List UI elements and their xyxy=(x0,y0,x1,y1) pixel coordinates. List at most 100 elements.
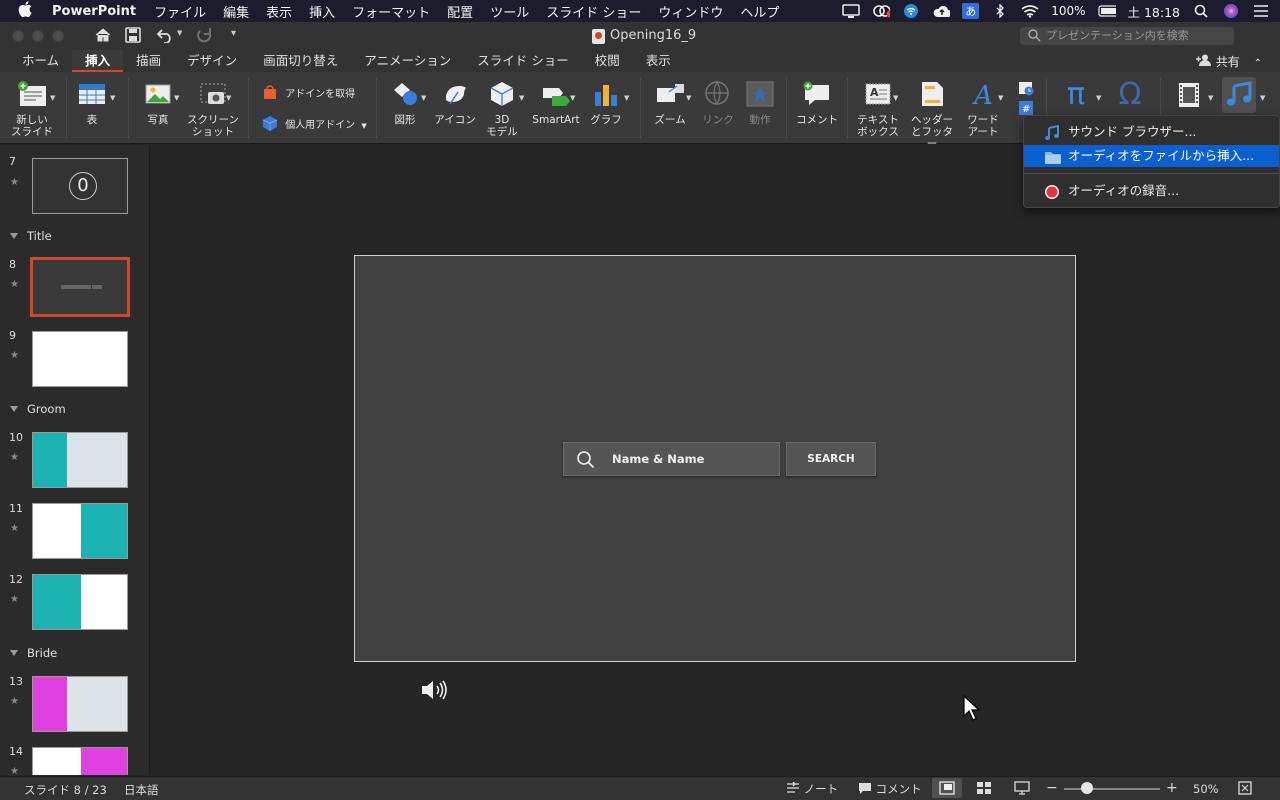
table-button[interactable]: 表 xyxy=(76,80,108,126)
date-time-icon[interactable] xyxy=(1018,80,1034,100)
bluetooth-icon[interactable] xyxy=(991,4,1009,18)
menu-insert[interactable]: 挿入 xyxy=(309,2,335,21)
audio-speaker-icon[interactable] xyxy=(420,678,452,706)
wordart-button[interactable]: A ワード アート xyxy=(962,80,1004,138)
slide-thumbnail-10[interactable] xyxy=(32,432,128,488)
menu-item-record-audio[interactable]: オーディオの録音... xyxy=(1024,180,1279,202)
slide-canvas[interactable]: Name & Name SEARCH xyxy=(354,255,1076,662)
action-button[interactable]: 動作 xyxy=(742,80,778,126)
cloud-upload-icon[interactable] xyxy=(932,4,951,18)
section-title[interactable]: Title xyxy=(10,229,52,243)
new-slide-button[interactable]: 新しい スライド xyxy=(10,80,54,138)
spotlight-search-icon[interactable] xyxy=(1192,4,1210,18)
slide-thumbnail-12[interactable] xyxy=(32,574,128,630)
menu-item-audio-from-file[interactable]: オーディオをファイルから挿入... xyxy=(1024,145,1279,167)
menu-view[interactable]: 表示 xyxy=(266,2,292,21)
screenshot-dropdown-icon[interactable]: ▼ xyxy=(226,94,231,102)
textbox-button[interactable]: A テキスト ボックス xyxy=(856,80,900,138)
menu-item-sound-browser[interactable]: サウンド ブラウザー... xyxy=(1024,121,1279,143)
tab-insert[interactable]: 挿入 xyxy=(72,50,124,72)
comment-button[interactable]: コメント xyxy=(796,80,838,126)
save-icon[interactable] xyxy=(125,27,141,47)
tab-slideshow[interactable]: スライド ショー xyxy=(464,50,581,72)
slide-search-button[interactable]: SEARCH xyxy=(786,442,876,476)
presentation-search-input[interactable]: プレゼンテーション内を検索 xyxy=(1020,27,1234,45)
creative-cloud-icon[interactable] xyxy=(872,4,891,18)
tab-design[interactable]: デザイン xyxy=(174,50,250,72)
zoom-button[interactable]: ズーム xyxy=(652,80,688,126)
zoom-in-button[interactable]: + xyxy=(1166,780,1178,796)
fit-to-window-button[interactable] xyxy=(1238,781,1252,798)
menu-window[interactable]: ウィンドウ xyxy=(658,2,723,21)
siri-icon[interactable] xyxy=(1222,4,1240,18)
screenshot-button[interactable]: スクリーン ショット xyxy=(186,80,240,138)
slide-thumbnail-11[interactable] xyxy=(32,503,128,559)
menu-slideshow[interactable]: スライド ショー xyxy=(546,2,641,21)
undo-icon[interactable] xyxy=(156,27,174,47)
smartart-dropdown-icon[interactable]: ▼ xyxy=(570,94,575,102)
photo-button[interactable]: 写真 xyxy=(140,80,176,126)
my-addins-button[interactable]: 個人用アドイン ▼ xyxy=(262,115,367,132)
slideshow-view-button[interactable] xyxy=(1014,781,1030,798)
menu-tools[interactable]: ツール xyxy=(490,2,529,21)
home-icon[interactable] xyxy=(94,27,112,47)
video-button[interactable] xyxy=(1172,80,1206,114)
zoom-window-button[interactable] xyxy=(52,30,64,42)
zoom-dropdown-icon[interactable]: ▼ xyxy=(686,94,691,102)
chart-dropdown-icon[interactable]: ▼ xyxy=(624,94,629,102)
wordart-dropdown-icon[interactable]: ▼ xyxy=(998,94,1003,102)
symbol-button[interactable]: Ω xyxy=(1114,78,1146,112)
language-indicator[interactable]: 日本語 xyxy=(124,782,159,798)
collapse-ribbon-icon[interactable]: ⌃ xyxy=(1254,58,1262,69)
slide-thumbnail-9[interactable] xyxy=(32,331,128,387)
menu-edit[interactable]: 編集 xyxy=(223,2,249,21)
audio-dropdown-icon[interactable]: ▼ xyxy=(1260,94,1265,102)
slide-thumbnail-7[interactable]: 0 xyxy=(32,158,128,214)
share-button[interactable]: 共有 ⌃ xyxy=(1195,53,1262,70)
3d-models-dropdown-icon[interactable]: ▼ xyxy=(519,94,524,102)
3d-models-button[interactable]: 3D モデル xyxy=(484,80,520,138)
menu-file[interactable]: ファイル xyxy=(154,2,206,21)
section-groom[interactable]: Groom xyxy=(10,402,66,416)
section-bride[interactable]: Bride xyxy=(10,646,57,660)
video-dropdown-icon[interactable]: ▼ xyxy=(1208,94,1213,102)
slide-thumbnail-8-selected[interactable] xyxy=(30,257,130,317)
audio-button[interactable] xyxy=(1222,77,1256,113)
clock[interactable]: 土 18:18 xyxy=(1128,2,1181,21)
shapes-dropdown-icon[interactable]: ▼ xyxy=(421,94,426,102)
menu-format[interactable]: フォーマット xyxy=(352,2,430,21)
smartart-button[interactable]: SmartArt xyxy=(530,80,582,126)
tab-transitions[interactable]: 画面切り替え xyxy=(250,50,351,72)
notes-button[interactable]: ノート xyxy=(786,781,838,797)
zoom-slider-track[interactable] xyxy=(1064,788,1160,790)
notification-center-icon[interactable] xyxy=(1252,4,1270,18)
slide-search-box[interactable]: Name & Name xyxy=(563,442,780,476)
display-icon[interactable] xyxy=(842,4,860,18)
chart-button[interactable]: グラフ xyxy=(588,80,624,126)
normal-view-button[interactable] xyxy=(932,778,962,798)
shapes-button[interactable]: 図形 xyxy=(388,80,422,126)
tab-draw[interactable]: 描画 xyxy=(123,50,174,72)
menu-help[interactable]: ヘルプ xyxy=(740,2,779,21)
close-window-button[interactable] xyxy=(12,30,24,42)
icons-button[interactable]: アイコン xyxy=(434,80,476,126)
slide-sorter-button[interactable] xyxy=(976,781,992,798)
photo-dropdown-icon[interactable]: ▼ xyxy=(174,94,179,102)
slide-thumbnail-13[interactable] xyxy=(32,676,128,732)
ime-indicator[interactable]: あ xyxy=(962,3,980,19)
app-menu[interactable]: PowerPoint xyxy=(52,4,136,19)
new-slide-dropdown-icon[interactable]: ▼ xyxy=(50,94,55,102)
tab-review[interactable]: 校閲 xyxy=(582,50,633,72)
redo-icon[interactable] xyxy=(196,27,214,47)
zoom-level[interactable]: 50% xyxy=(1193,782,1219,796)
battery-icon[interactable] xyxy=(1097,4,1116,18)
menu-arrange[interactable]: 配置 xyxy=(447,2,473,21)
get-addins-button[interactable]: アドインを取得 xyxy=(262,84,355,101)
equation-dropdown-icon[interactable]: ▼ xyxy=(1096,94,1101,102)
comments-button[interactable]: コメント xyxy=(858,781,922,797)
table-dropdown-icon[interactable]: ▼ xyxy=(110,94,115,102)
wifi-icon[interactable] xyxy=(1021,4,1039,18)
minimize-window-button[interactable] xyxy=(32,30,44,42)
customize-toolbar-icon[interactable]: ▾ xyxy=(231,28,236,39)
zoom-slider-thumb[interactable] xyxy=(1081,782,1093,794)
